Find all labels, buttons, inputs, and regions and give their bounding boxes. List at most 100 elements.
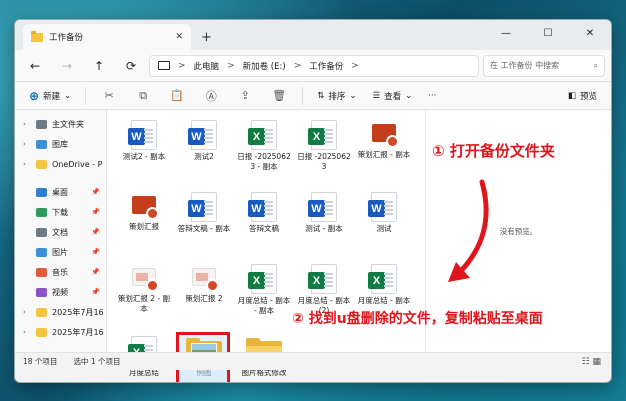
search-input[interactable]: 在 工作备份 中搜索 ⌕ (483, 54, 605, 77)
copy-icon[interactable]: ⧉ (128, 85, 158, 107)
file-name: 日报 -2025062 3 - 副本 (237, 152, 291, 171)
search-icon: ⌕ (593, 60, 598, 70)
preview-label: 预览 (579, 91, 597, 102)
sidebar-item[interactable]: 桌面 📌 (15, 182, 106, 202)
sidebar-item-label: 2025年7月16 (52, 327, 104, 337)
home-icon (36, 119, 47, 129)
file-item[interactable]: W 测试 (355, 188, 413, 260)
file-item[interactable]: W 测试2 (175, 116, 233, 188)
back-arrow-icon[interactable]: ← (21, 54, 49, 78)
sidebar-item[interactable]: 视频 📌 (15, 282, 106, 302)
sidebar-item[interactable]: › 2025年7月16 (15, 302, 106, 322)
powerpoint-file-icon (129, 194, 159, 220)
file-item[interactable]: 策划汇报 (115, 188, 173, 260)
view-label: 查看 (384, 91, 402, 102)
sidebar-item[interactable]: › 图库 (15, 134, 106, 154)
sidebar-item[interactable]: 文档 📌 (15, 222, 106, 242)
file-item[interactable]: X 日报 -2025062 3 - 副本 (235, 116, 293, 188)
sidebar-item-label: 主文件夹 (52, 119, 84, 129)
sidebar-item-label: 下载 (52, 207, 68, 217)
sort-button[interactable]: ⇅ 排序 ⌄ (311, 85, 362, 107)
view-button[interactable]: ☰ 查看 ⌄ (366, 85, 418, 107)
breadcrumb-work-backup[interactable]: 工作备份 (309, 60, 343, 72)
maximize-button[interactable]: ☐ (527, 20, 569, 46)
tab-close-icon[interactable]: ✕ (175, 32, 183, 42)
powerpoint-file-icon (189, 266, 219, 292)
plus-icon: ⊕ (29, 88, 40, 103)
preview-pane-button[interactable]: ◧ 预览 (562, 85, 603, 107)
file-item[interactable]: 策划汇报 2 (175, 260, 233, 332)
pin-icon: 📌 (91, 268, 100, 276)
new-button[interactable]: ⊕ 新建 ⌄ (23, 85, 77, 107)
new-tab-icon[interactable]: + (201, 30, 212, 45)
file-name: 测试 - 副本 (305, 224, 343, 233)
more-options-button[interactable]: ··· (422, 85, 442, 107)
file-name: 策划汇报 - 副本 (357, 150, 411, 159)
excel-file-icon: X (248, 264, 277, 294)
file-item[interactable]: X 日报 -2025062 3 (295, 116, 353, 188)
file-name: 策划汇报 (129, 222, 159, 231)
tab-work-backup[interactable]: 工作备份 ✕ (23, 24, 191, 50)
chevron-right-icon[interactable]: > (294, 61, 302, 71)
new-label: 新建 (43, 91, 61, 102)
close-button[interactable]: ✕ (569, 20, 611, 46)
file-item[interactable]: W 答辩文稿 (235, 188, 293, 260)
file-item[interactable]: X 月度总结 - 副本 - 副本 (235, 260, 293, 332)
view-mode-icons[interactable]: ☷ ▦ (582, 357, 601, 367)
sidebar-item[interactable]: 下载 📌 (15, 202, 106, 222)
refresh-icon[interactable]: ⟳ (117, 54, 145, 78)
delete-icon[interactable]: 🗑 (264, 85, 294, 107)
chevron-right-icon[interactable]: › (23, 120, 31, 128)
rename-icon[interactable]: Ⓐ (196, 85, 226, 107)
paste-icon[interactable]: 📋 (162, 85, 192, 107)
no-preview-text: 没有预览。 (499, 226, 538, 236)
download-icon (36, 207, 47, 217)
minimize-button[interactable]: — (485, 20, 527, 46)
sidebar-item-label: OneDrive - P (52, 159, 103, 169)
chevron-right-icon[interactable]: › (23, 140, 31, 148)
excel-file-icon: X (248, 120, 277, 150)
chevron-right-icon[interactable]: > (227, 61, 235, 71)
breadcrumb-this-pc[interactable]: 此电脑 (194, 60, 220, 72)
annotation-step-1: ① 打开备份文件夹 (432, 142, 555, 160)
chevron-right-icon[interactable]: > (351, 61, 359, 71)
selected-count: 选中 1 个项目 (73, 357, 121, 366)
chevron-down-icon: ⌄ (349, 90, 357, 101)
chevron-right-icon[interactable]: > (178, 61, 186, 71)
sidebar-item[interactable]: › 2025年7月16 (15, 322, 106, 342)
sidebar-item[interactable]: 音乐 📌 (15, 262, 106, 282)
item-count: 18 个项目 (23, 357, 58, 366)
cut-icon[interactable]: ✂ (94, 85, 124, 107)
word-file-icon: W (128, 120, 157, 150)
command-bar: ⊕ 新建 ⌄ ✂ ⧉ 📋 Ⓐ ⇪ 🗑 ⇅ 排序 ⌄ ☰ 查看 ⌄ ··· ◧ 预… (15, 82, 611, 110)
sidebar-item[interactable]: › 主文件夹 (15, 114, 106, 134)
file-name: 月度总结 - 副本 (357, 296, 411, 305)
computer-icon (158, 61, 170, 70)
chevron-right-icon[interactable]: › (23, 160, 31, 168)
sidebar-item-label: 桌面 (52, 187, 68, 197)
breadcrumb-drive-e[interactable]: 新加卷 (E:) (243, 60, 286, 72)
up-arrow-icon[interactable]: ↑ (85, 54, 113, 78)
chevron-right-icon[interactable]: › (23, 308, 31, 316)
sidebar-item[interactable]: › OneDrive - P (15, 154, 106, 174)
chevron-right-icon[interactable]: › (23, 328, 31, 336)
address-bar[interactable]: > 此电脑 > 新加卷 (E:) > 工作备份 > (149, 54, 479, 77)
excel-file-icon: X (308, 120, 337, 150)
file-name: 答辩文稿 - 副本 (177, 224, 231, 233)
file-name: 日报 -2025062 3 (297, 152, 351, 171)
file-item[interactable]: W 测试2 - 副本 (115, 116, 173, 188)
sidebar-item-label: 图库 (52, 139, 68, 149)
file-item[interactable]: 策划汇报 - 副本 (355, 116, 413, 188)
file-item[interactable]: W 答辩文稿 - 副本 (175, 188, 233, 260)
search-placeholder: 在 工作备份 中搜索 (490, 61, 560, 70)
sidebar-item[interactable]: 图片 📌 (15, 242, 106, 262)
file-item[interactable]: W 测试 - 副本 (295, 188, 353, 260)
file-name: 策划汇报 2 - 副本 (117, 294, 171, 313)
excel-file-icon: X (308, 264, 337, 294)
forward-arrow-icon[interactable]: → (53, 54, 81, 78)
music-icon (36, 267, 47, 277)
share-icon[interactable]: ⇪ (230, 85, 260, 107)
sort-icon: ⇅ (317, 90, 325, 101)
file-name: 答辩文稿 (249, 224, 279, 233)
file-item[interactable]: 策划汇报 2 - 副本 (115, 260, 173, 332)
